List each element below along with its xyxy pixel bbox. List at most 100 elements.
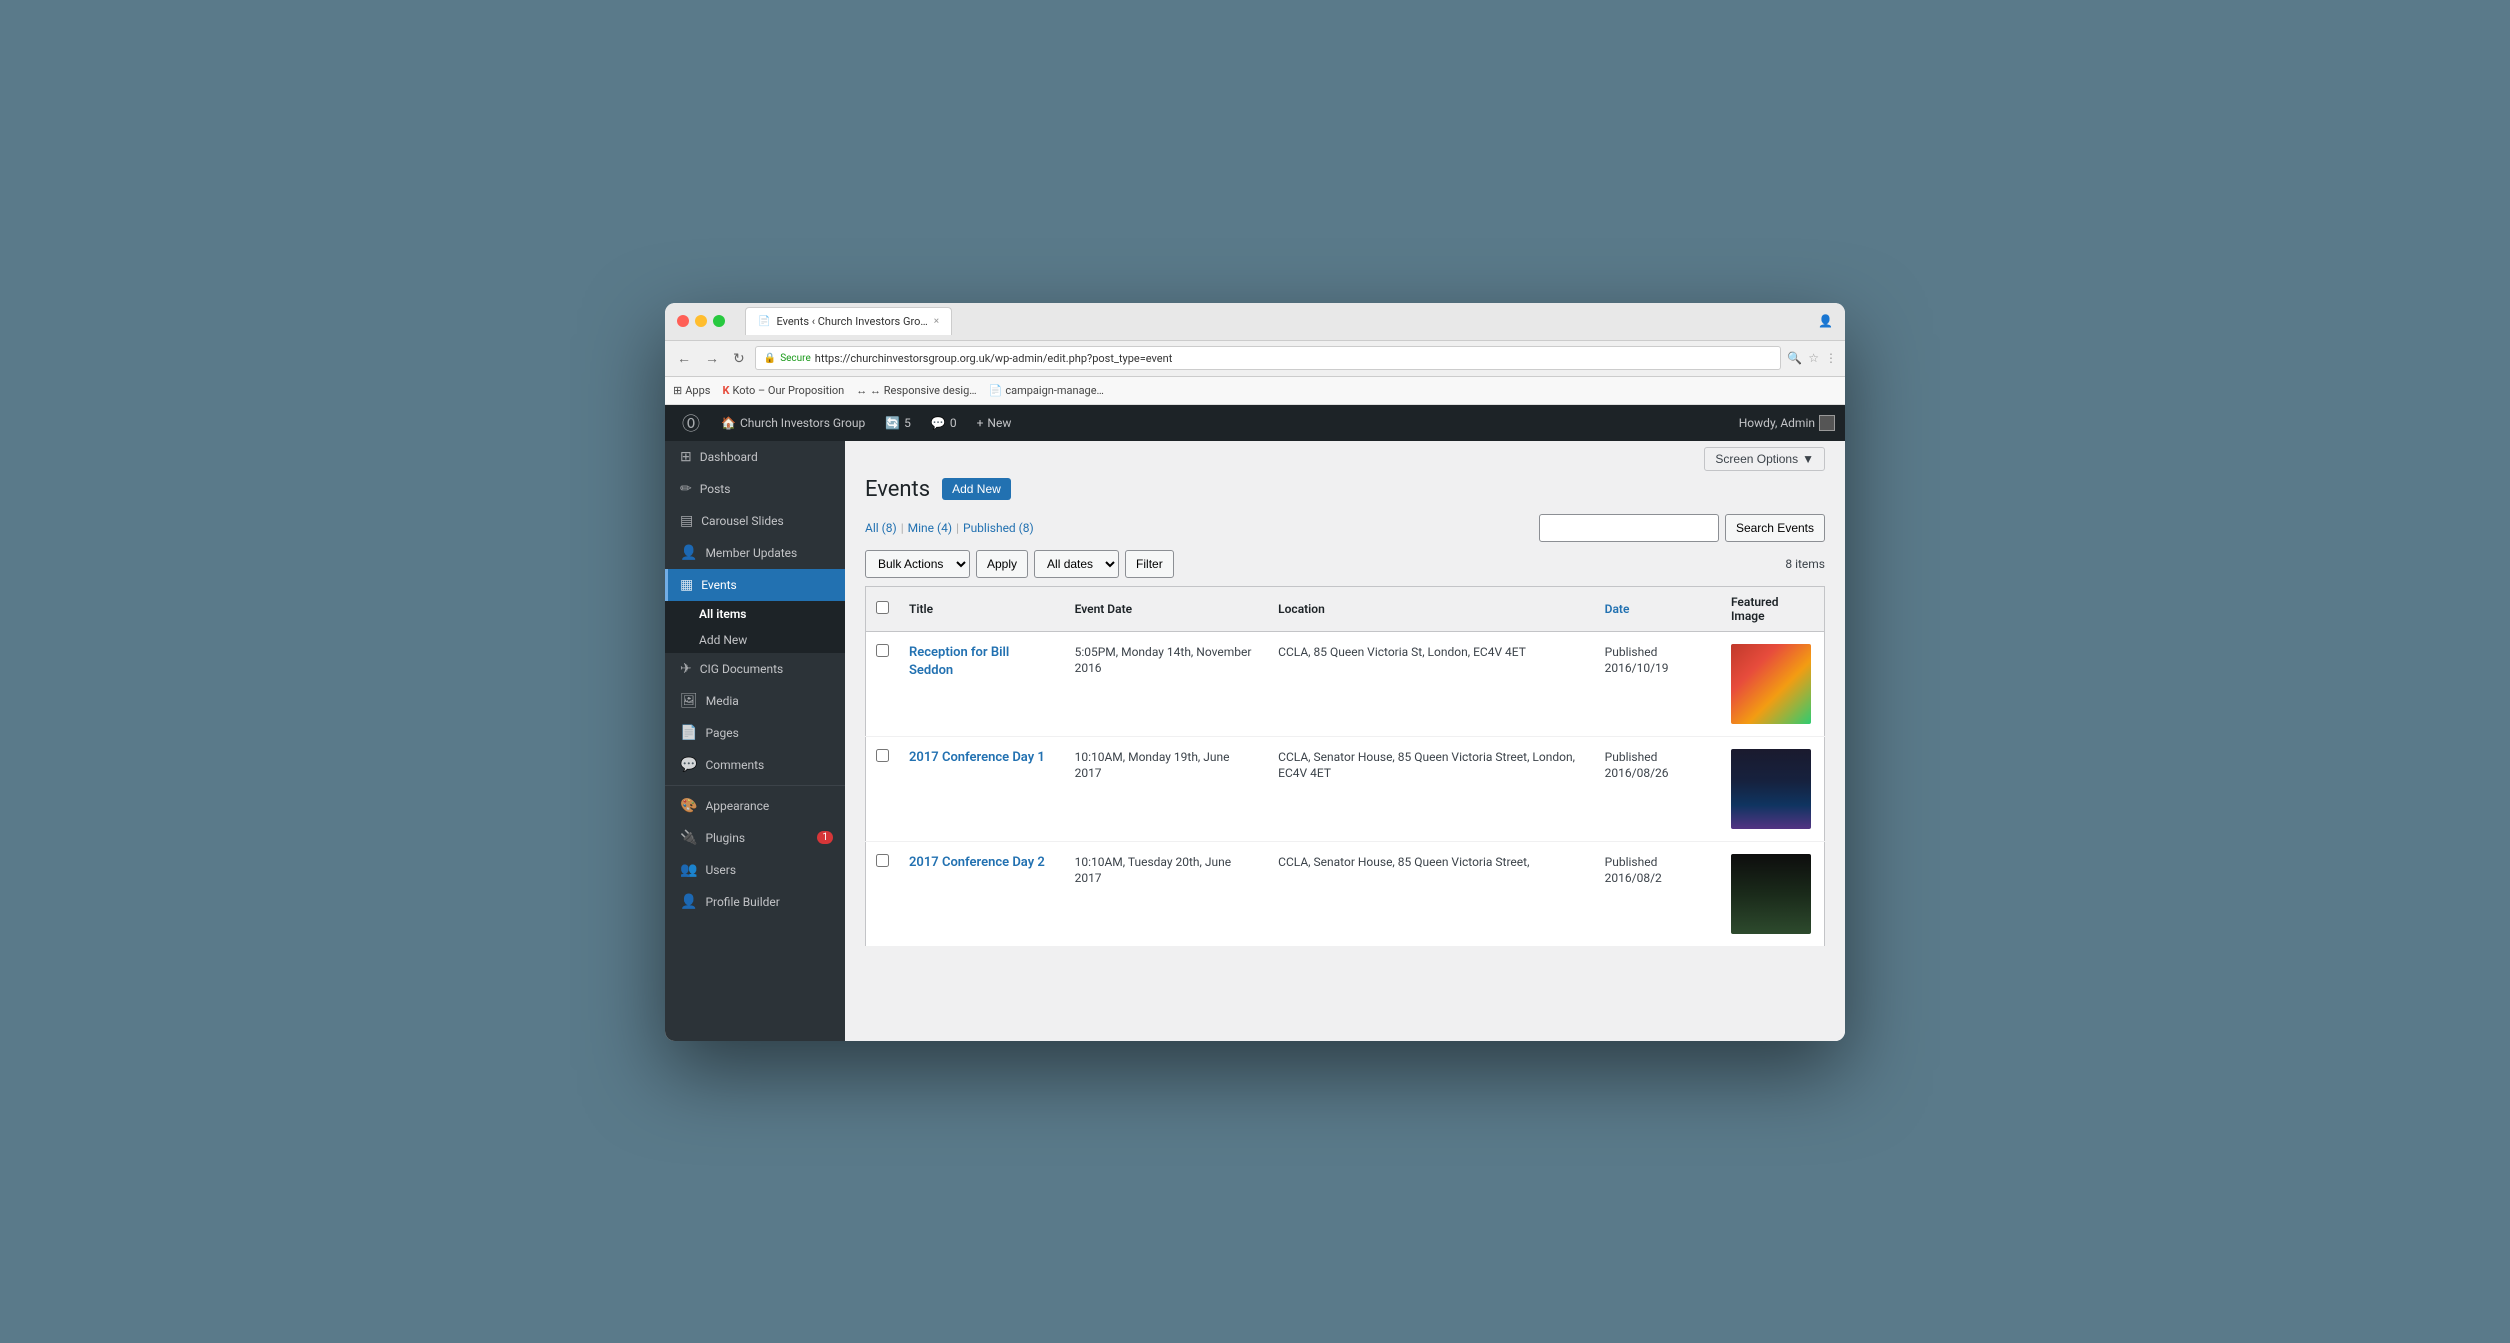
cig-icon: ✈ (680, 661, 692, 677)
row2-title-link[interactable]: 2017 Conference Day 1 (909, 750, 1045, 765)
table-row: 2017 Conference Day 2 10:10AM, Tuesday 2… (866, 841, 1825, 946)
sidebar-item-users[interactable]: 👥 Users (665, 854, 845, 886)
maximize-button[interactable] (713, 315, 725, 327)
row3-checkbox[interactable] (876, 854, 889, 867)
wp-logo[interactable]: ⓪ (675, 407, 707, 439)
minimize-button[interactable] (695, 315, 707, 327)
bookmark-responsive[interactable]: ↔ ↔ Responsive desig… (856, 384, 976, 397)
select-all-checkbox[interactable] (876, 601, 889, 614)
star-icon[interactable]: ☆ (1808, 351, 1819, 365)
address-bar-icons: 🔍 ☆ ⋮ (1787, 351, 1837, 365)
filter-mine-label: Mine (908, 521, 934, 535)
screen-options-button[interactable]: Screen Options ▼ (1704, 447, 1825, 471)
koto-label: Koto – Our Proposition (732, 384, 844, 397)
sidebar-label-pages: Pages (705, 726, 738, 740)
sidebar-item-carousel[interactable]: ▤ Carousel Slides (665, 505, 845, 537)
table-row: 2017 Conference Day 1 10:10AM, Monday 19… (866, 736, 1825, 841)
search-area: Search Events (1539, 514, 1825, 542)
sidebar-item-posts[interactable]: ✏ Posts (665, 473, 845, 505)
sidebar-item-events[interactable]: ▦ Events (665, 569, 845, 601)
bookmarks-bar: ⊞ Apps K Koto – Our Proposition ↔ ↔ Resp… (665, 377, 1845, 405)
filter-mine[interactable]: Mine (4) (908, 521, 952, 535)
row1-event-date: 5:05PM, Monday 14th, November 2016 (1075, 645, 1252, 676)
admin-bar-site[interactable]: 🏠 Church Investors Group (711, 405, 875, 441)
active-tab[interactable]: 📄 Events ‹ Church Investors Gro… × (745, 307, 952, 335)
apply-button[interactable]: Apply (976, 550, 1028, 578)
tab-close-icon[interactable]: × (934, 316, 939, 327)
sidebar-item-media[interactable]: 🖼 Media (665, 685, 845, 717)
mac-window: 📄 Events ‹ Church Investors Gro… × 👤 ← →… (665, 303, 1845, 1041)
filter-sep-1: | (901, 521, 904, 535)
close-button[interactable] (677, 315, 689, 327)
comments-admin-icon: 💬 (931, 416, 946, 430)
row1-featimg-cell (1721, 631, 1825, 736)
dashboard-icon: ⊞ (680, 449, 692, 465)
row2-checkbox[interactable] (876, 749, 889, 762)
row1-checkbox[interactable] (876, 644, 889, 657)
sidebar-sub-all-items[interactable]: All items (665, 601, 845, 627)
th-date[interactable]: Date (1595, 586, 1721, 631)
forward-button[interactable]: → (701, 348, 723, 368)
table-header-row: Title Event Date Location Date (866, 586, 1825, 631)
row2-pub-date: Published 2016/08/26 (1605, 750, 1669, 781)
admin-bar-updates[interactable]: 🔄 5 (875, 405, 921, 441)
date-sort-link[interactable]: Date (1605, 602, 1630, 616)
wp-content: ⓪ 🏠 Church Investors Group 🔄 5 💬 0 + New (665, 405, 1845, 1041)
row3-location: CCLA, Senator House, 85 Queen Victoria S… (1278, 855, 1529, 869)
address-bar[interactable]: 🔒 Secure https://churchinvestorsgroup.or… (755, 346, 1782, 370)
row1-featured-image[interactable] (1731, 644, 1811, 724)
th-title: Title (899, 586, 1065, 631)
row1-title-link[interactable]: Reception for Bill Seddon (909, 645, 1009, 678)
sidebar-item-profile-builder[interactable]: 👤 Profile Builder (665, 886, 845, 918)
plus-icon: + (977, 416, 984, 430)
admin-bar-items: 🏠 Church Investors Group 🔄 5 💬 0 + New (711, 405, 1739, 441)
sidebar-item-plugins[interactable]: 🔌 Plugins 1 (665, 822, 845, 854)
add-new-button[interactable]: Add New (942, 478, 1011, 500)
updates-icon: 🔄 (885, 416, 900, 430)
more-icon[interactable]: ⋮ (1825, 351, 1837, 365)
admin-bar-comments[interactable]: 💬 0 (921, 405, 967, 441)
sidebar-label-plugins: Plugins (705, 831, 745, 845)
admin-bar-new[interactable]: + New (967, 405, 1022, 441)
row3-featured-image[interactable] (1731, 854, 1811, 934)
home-icon: 🏠 (721, 416, 736, 430)
sidebar-item-dashboard[interactable]: ⊞ Dashboard (665, 441, 845, 473)
row1-location: CCLA, 85 Queen Victoria St, London, EC4V… (1278, 645, 1526, 659)
row3-location-cell: CCLA, Senator House, 85 Queen Victoria S… (1268, 841, 1595, 946)
filter-button[interactable]: Filter (1125, 550, 1174, 578)
row2-featimg-cell (1721, 736, 1825, 841)
refresh-button[interactable]: ↻ (729, 348, 749, 369)
filter-published[interactable]: Published (8) (963, 521, 1034, 535)
bulk-actions-select[interactable]: Bulk Actions (865, 550, 970, 578)
row2-title-cell: 2017 Conference Day 1 (899, 736, 1065, 841)
sidebar-item-cig-docs[interactable]: ✈ CIG Documents (665, 653, 845, 685)
koto-favicon: K (722, 384, 729, 397)
sidebar-item-comments[interactable]: 💬 Comments (665, 749, 845, 781)
sidebar-item-appearance[interactable]: 🎨 Appearance (665, 790, 845, 822)
sidebar-label-media: Media (706, 694, 739, 708)
row2-checkbox-cell (866, 736, 900, 841)
responsive-label: ↔ ↔ Responsive desig… (856, 384, 976, 397)
search-events-button[interactable]: Search Events (1725, 514, 1825, 542)
sidebar-item-member-updates[interactable]: 👤 Member Updates (665, 537, 845, 569)
row1-title-cell: Reception for Bill Seddon (899, 631, 1065, 736)
back-button[interactable]: ← (673, 348, 695, 368)
bookmark-campaign[interactable]: 📄 campaign-manage… (989, 384, 1104, 397)
row2-featured-image[interactable] (1731, 749, 1811, 829)
bookmark-koto[interactable]: K Koto – Our Proposition (722, 384, 844, 397)
th-event-date: Event Date (1065, 586, 1269, 631)
sidebar-label-cig: CIG Documents (700, 662, 783, 676)
search-events-input[interactable] (1539, 514, 1719, 542)
location-col-label: Location (1278, 602, 1325, 616)
row3-title-link[interactable]: 2017 Conference Day 2 (909, 855, 1045, 870)
filter-published-count: 8 (1023, 521, 1030, 535)
content-area: Screen Options ▼ Events Add New All (8) (845, 441, 1845, 1041)
media-icon: 🖼 (680, 693, 698, 709)
apps-bookmark[interactable]: ⊞ Apps (673, 384, 710, 397)
sidebar-sub-add-new[interactable]: Add New (665, 627, 845, 653)
dates-select[interactable]: All dates (1034, 550, 1119, 578)
filter-all[interactable]: All (8) (865, 521, 897, 535)
search-icon[interactable]: 🔍 (1787, 351, 1802, 365)
sidebar-item-pages[interactable]: 📄 Pages (665, 717, 845, 749)
row2-date-cell: 10:10AM, Monday 19th, June 2017 (1065, 736, 1269, 841)
